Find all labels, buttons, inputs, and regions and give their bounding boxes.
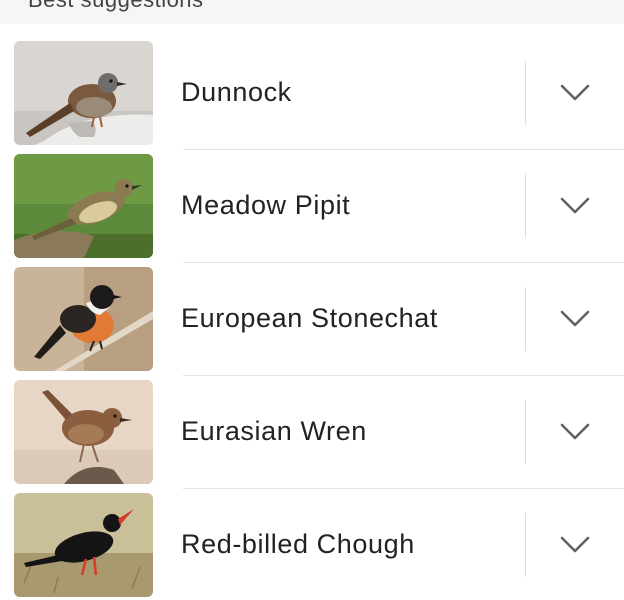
suggestion-row-meadow-pipit[interactable]: Meadow Pipit (0, 150, 624, 263)
species-name: European Stonechat (181, 303, 438, 333)
expand-button[interactable] (546, 67, 604, 119)
suggestion-row-european-stonechat[interactable]: European Stonechat (0, 263, 624, 376)
row-divider (525, 61, 526, 125)
suggestion-row-dunnock[interactable]: Dunnock (0, 37, 624, 150)
chevron-down-icon (560, 536, 590, 553)
chevron-down-icon (560, 84, 590, 101)
chevron-down-icon (560, 197, 590, 214)
suggestion-row-red-billed-chough[interactable]: Red-billed Chough (0, 489, 624, 600)
species-name: Red-billed Chough (181, 529, 415, 559)
row-divider (525, 513, 526, 577)
suggestion-list: Dunnock Meadow Pipit European Stonechat … (0, 37, 624, 600)
chevron-down-icon (560, 310, 590, 327)
section-header: Best suggestions (0, 0, 624, 24)
eurasian-wren-photo (14, 380, 153, 484)
expand-button[interactable] (546, 406, 604, 458)
row-divider (525, 287, 526, 351)
expand-button[interactable] (546, 293, 604, 345)
row-divider (525, 174, 526, 238)
bird-suggestions-screen: Best suggestions (0, 0, 624, 600)
dunnock-photo (14, 41, 153, 145)
chevron-down-icon (560, 423, 590, 440)
species-name: Eurasian Wren (181, 416, 367, 446)
expand-button[interactable] (546, 180, 604, 232)
suggestion-row-eurasian-wren[interactable]: Eurasian Wren (0, 376, 624, 489)
red-billed-chough-photo (14, 493, 153, 597)
european-stonechat-photo (14, 267, 153, 371)
species-name: Meadow Pipit (181, 190, 351, 220)
species-name: Dunnock (181, 77, 292, 107)
meadow-pipit-photo (14, 154, 153, 258)
row-divider (525, 400, 526, 464)
section-header-label: Best suggestions (28, 0, 204, 13)
expand-button[interactable] (546, 519, 604, 571)
